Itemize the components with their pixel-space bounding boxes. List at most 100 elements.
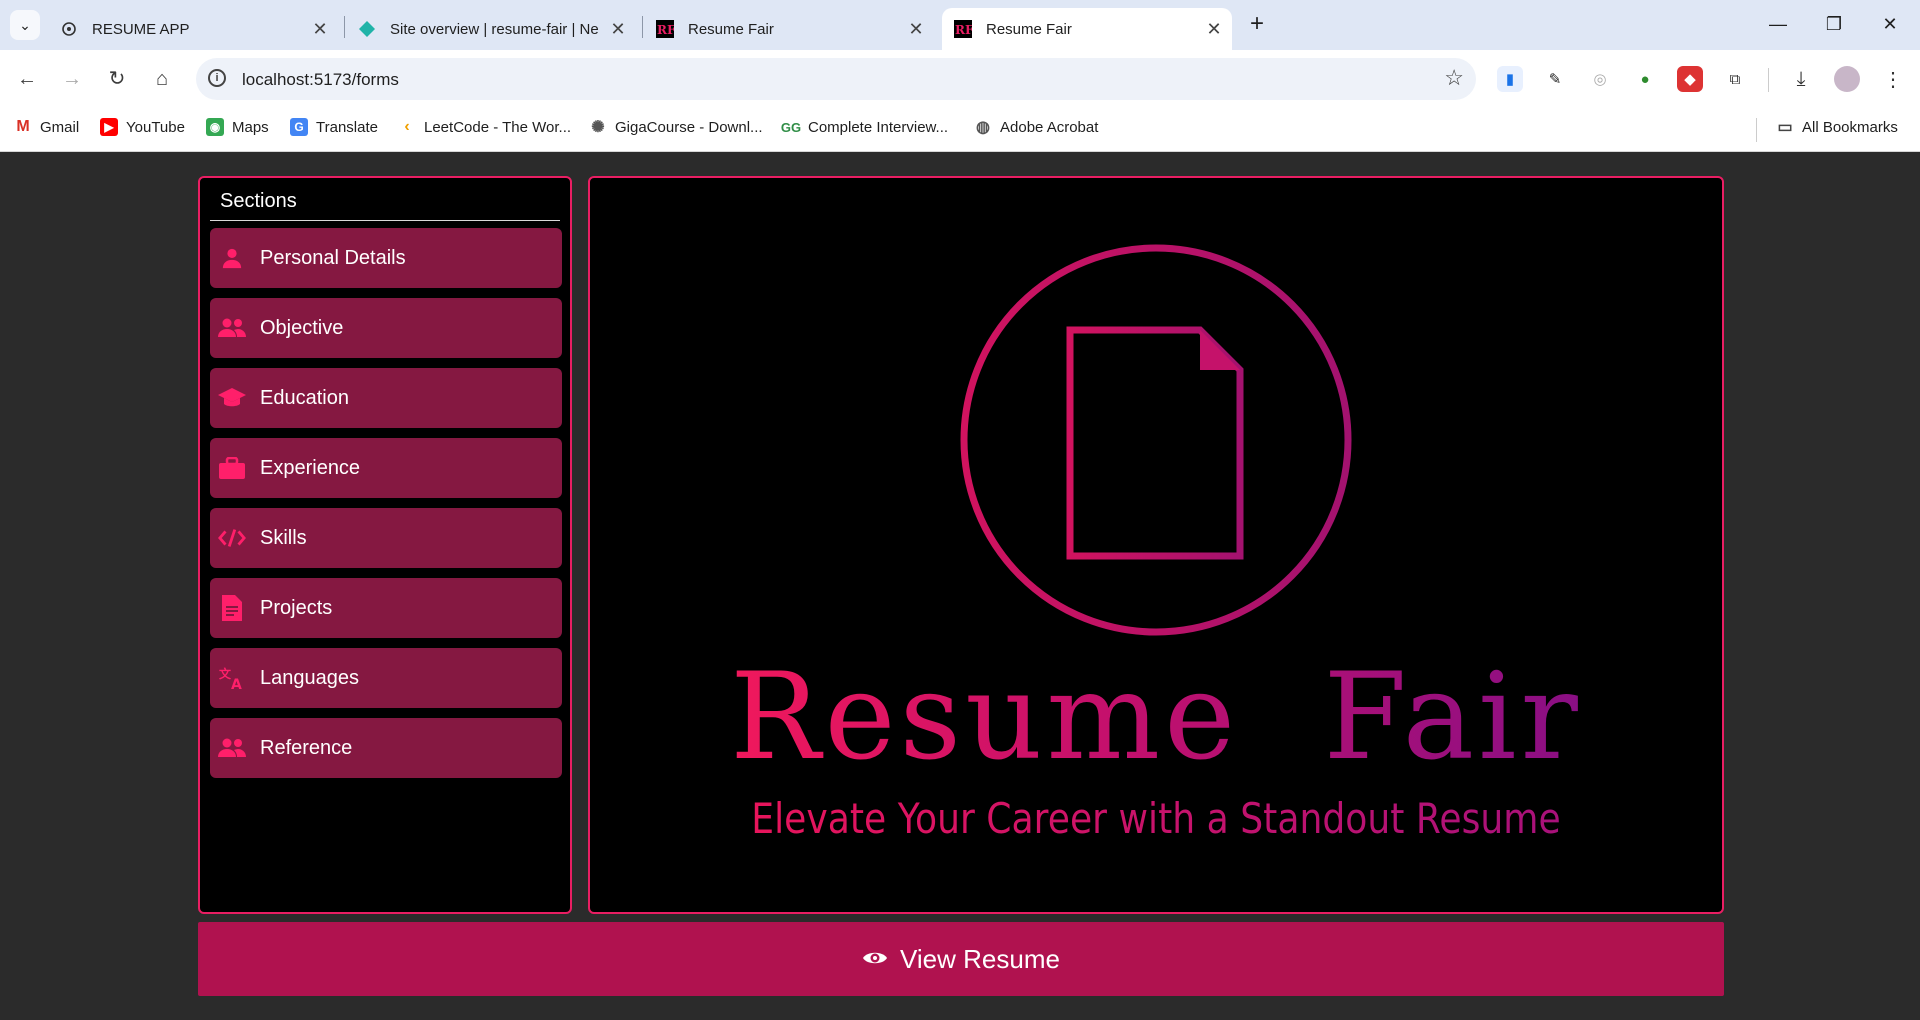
address-bar[interactable]: i localhost:5173/forms ☆	[196, 58, 1476, 100]
reload-icon[interactable]: ↻	[100, 62, 134, 96]
close-tab-icon[interactable]: ✕	[1202, 19, 1226, 40]
section-education[interactable]: Education	[210, 368, 562, 428]
page-content: Sections Personal Details Objective Educ…	[0, 152, 1920, 1020]
tab-title: RESUME APP	[92, 20, 190, 38]
leetcode-icon: ‹	[404, 118, 410, 135]
bookmark-label: GigaCourse - Downl...	[615, 118, 763, 136]
bookmark-adobe-acrobat[interactable]: ◍ Adobe Acrobat	[974, 118, 1099, 137]
folder-icon: ▭	[1777, 119, 1793, 136]
heading-divider	[210, 220, 560, 221]
site-info-icon[interactable]: i	[208, 69, 226, 87]
browser-toolbar: ← → ↻ ⌂ i localhost:5173/forms ☆ ▮ ✎ ◎ ●…	[0, 50, 1920, 108]
bookmark-leetcode[interactable]: ‹ LeetCode - The Wor...	[398, 118, 571, 136]
section-reference[interactable]: Reference	[210, 718, 562, 778]
brand-title-text: Resume Fair	[730, 648, 1582, 787]
brand-panel: Resume Fair Elevate Your Career with a S…	[588, 176, 1724, 914]
translate-icon: 文A	[218, 664, 246, 692]
tab-resume-fair[interactable]: RF Resume Fair ✕	[644, 8, 934, 50]
close-tab-icon[interactable]: ✕	[308, 19, 332, 40]
section-label: Personal Details	[260, 246, 406, 269]
minimize-icon[interactable]: —	[1750, 0, 1806, 50]
extension-red-icon[interactable]: ◆	[1677, 66, 1703, 92]
new-tab-button[interactable]: +	[1242, 10, 1272, 40]
section-label: Education	[260, 386, 349, 409]
tab-title: Site overview | resume-fair | Ne	[390, 20, 599, 38]
section-objective[interactable]: Objective	[210, 298, 562, 358]
download-icon[interactable]: ⤓	[1788, 66, 1814, 92]
section-label: Projects	[260, 596, 333, 619]
svg-text:A: A	[231, 677, 242, 690]
rf-logo-icon: RF	[656, 20, 674, 38]
bookmark-label: Adobe Acrobat	[1000, 118, 1099, 136]
bookmarks-bar: M Gmail ▶ YouTube ◉ Maps G Translate ‹ L…	[0, 108, 1920, 152]
bookmark-label: Gmail	[40, 118, 80, 136]
restore-icon[interactable]: ❐	[1806, 0, 1862, 50]
bookmark-star-icon[interactable]: ☆	[1444, 65, 1464, 91]
bookmark-maps[interactable]: ◉ Maps	[206, 118, 269, 136]
tab-site-overview[interactable]: Site overview | resume-fair | Ne ✕	[346, 8, 636, 50]
bookmarks-divider	[1756, 118, 1757, 142]
close-window-icon[interactable]: ✕	[1862, 0, 1918, 50]
close-tab-icon[interactable]: ✕	[904, 19, 928, 40]
document-circle-icon	[960, 244, 1352, 636]
eye-icon	[862, 949, 888, 970]
section-personal-details[interactable]: Personal Details	[210, 228, 562, 288]
tab-search-button[interactable]: ⌄	[10, 10, 40, 40]
briefcase-icon	[218, 454, 246, 482]
extension-frog-icon[interactable]: ●	[1632, 66, 1658, 92]
svg-text:RF: RF	[955, 23, 972, 37]
tab-separator	[344, 16, 345, 38]
bookmark-gfg[interactable]: GG Complete Interview...	[780, 118, 949, 136]
bookmark-gmail[interactable]: M Gmail	[14, 118, 79, 136]
section-label: Objective	[260, 316, 344, 339]
close-tab-icon[interactable]: ✕	[606, 19, 630, 40]
section-label: Languages	[260, 666, 359, 689]
section-experience[interactable]: Experience	[210, 438, 562, 498]
tab-strip: ⌄ RESUME APP ✕ Site overview | resume-fa…	[0, 0, 1920, 50]
netlify-icon	[358, 20, 376, 38]
tab-separator	[642, 16, 643, 38]
view-resume-button[interactable]: View Resume	[198, 922, 1724, 996]
back-icon[interactable]: ←	[10, 62, 44, 96]
forward-icon[interactable]: →	[55, 62, 89, 96]
extension-circle-icon[interactable]: ◎	[1587, 66, 1613, 92]
extension-clipboard-icon[interactable]: ▮	[1497, 66, 1523, 92]
url-text[interactable]: localhost:5173/forms	[242, 70, 399, 90]
extensions-puzzle-icon[interactable]: ⧉	[1722, 66, 1748, 92]
people-icon	[218, 734, 246, 762]
bookmark-gigacourse[interactable]: ✺ GigaCourse - Downl...	[589, 118, 763, 137]
section-projects[interactable]: Projects	[210, 578, 562, 638]
sections-heading: Sections	[220, 190, 297, 212]
gigacourse-icon: ✺	[591, 119, 605, 136]
document-icon	[218, 594, 246, 622]
code-icon	[218, 524, 246, 552]
view-resume-label: View Resume	[900, 943, 1060, 974]
toolbar-divider	[1768, 68, 1769, 92]
tab-title: Resume Fair	[688, 20, 774, 38]
globe-icon: ◍	[976, 119, 990, 136]
bookmark-youtube[interactable]: ▶ YouTube	[100, 118, 185, 136]
extension-pen-icon[interactable]: ✎	[1542, 66, 1568, 92]
brand-tagline-text: Elevate Your Career with a Standout Resu…	[751, 794, 1561, 843]
brand-title: Resume Fair	[590, 658, 1722, 778]
resume-fair-logo: Resume Fair Elevate Your Career with a S…	[590, 178, 1722, 912]
tab-title: Resume Fair	[986, 20, 1072, 38]
home-icon[interactable]: ⌂	[145, 62, 179, 96]
gmail-icon: M	[16, 118, 30, 135]
bookmark-label: LeetCode - The Wor...	[424, 118, 572, 136]
maps-icon: ◉	[206, 118, 224, 136]
bookmark-label: Complete Interview...	[808, 118, 949, 136]
person-icon	[218, 244, 246, 272]
tab-resume-app[interactable]: RESUME APP ✕	[48, 8, 338, 50]
section-label: Skills	[260, 526, 307, 549]
section-skills[interactable]: Skills	[210, 508, 562, 568]
gfg-icon: GG	[780, 119, 802, 135]
menu-kebab-icon[interactable]: ⋮	[1880, 66, 1906, 92]
section-languages[interactable]: 文A Languages	[210, 648, 562, 708]
bookmark-translate[interactable]: G Translate	[290, 118, 378, 136]
section-label: Reference	[260, 736, 353, 759]
rf-logo-icon: RF	[954, 20, 972, 38]
tab-resume-fair-active[interactable]: RF Resume Fair ✕	[942, 8, 1232, 50]
profile-avatar[interactable]	[1834, 66, 1860, 92]
all-bookmarks[interactable]: ▭ All Bookmarks	[1776, 118, 1897, 137]
